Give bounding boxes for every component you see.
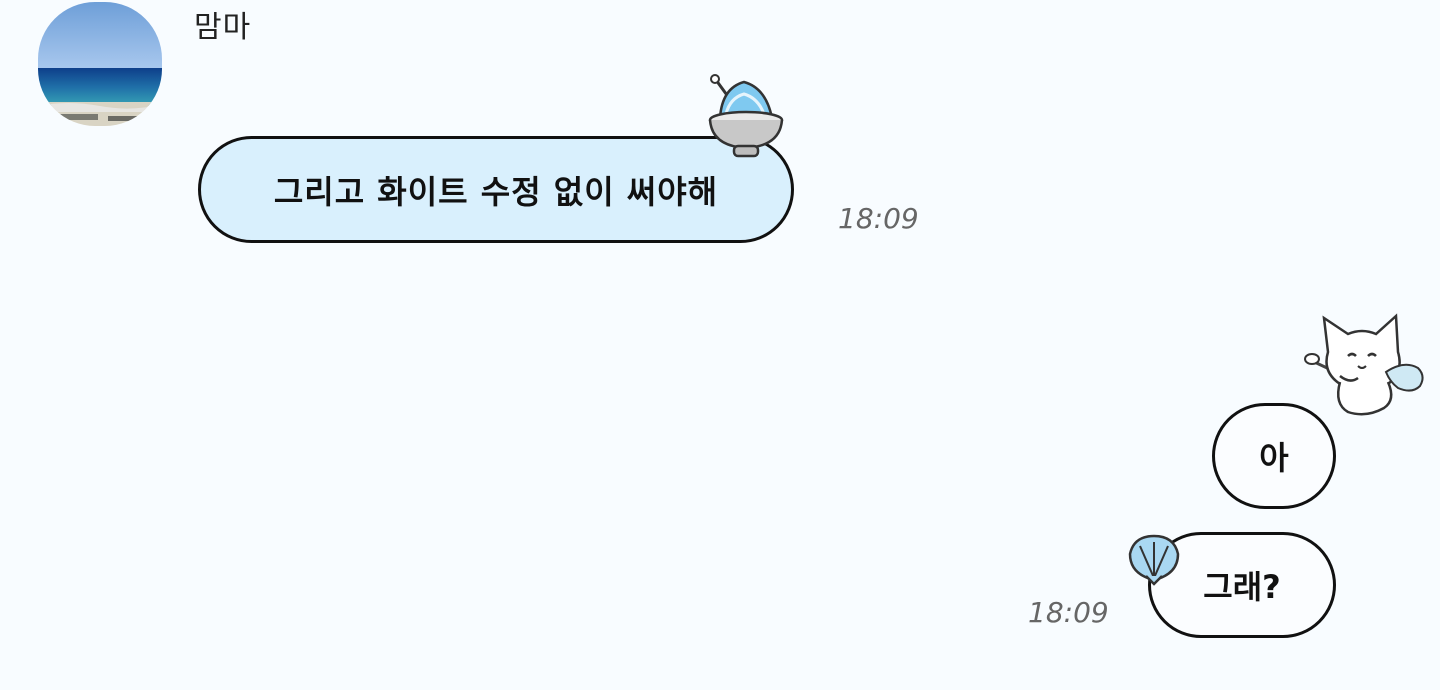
shaved-ice-bowl-icon [700,74,790,168]
message-text: 그리고 화이트 수정 없이 써야해 [273,172,719,211]
seashell-icon [1124,530,1184,590]
message-timestamp: 18:09 [1028,596,1109,629]
message-text: 그래? [1203,568,1281,606]
avatar[interactable] [38,2,162,126]
message-timestamp: 18:09 [838,202,919,235]
message-text: 아 [1259,439,1289,477]
chat-screen: 맘마 그리고 화이트 수정 없이 써야해 18:09 아 그래? 18:09 [0,0,1440,690]
outgoing-message-bubble[interactable]: 아 [1212,403,1336,509]
beach-photo-icon [38,2,162,126]
white-cat-sticker-icon [1300,312,1430,426]
sender-name: 맘마 [194,10,252,45]
